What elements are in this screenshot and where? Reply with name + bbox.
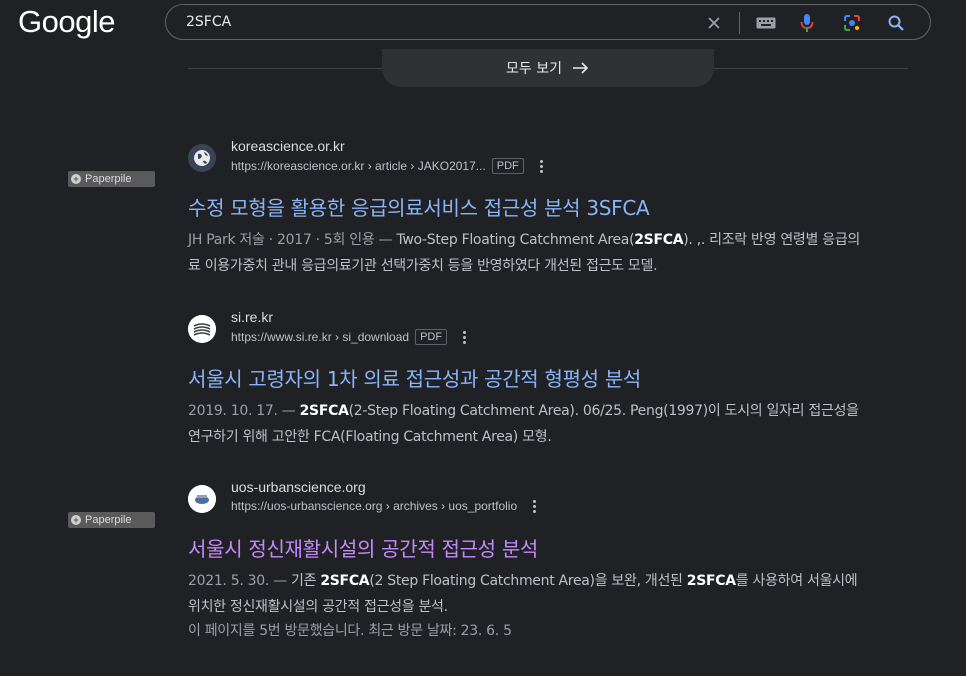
top-bar: Google	[0, 0, 966, 50]
site-favicon-icon	[188, 315, 216, 343]
paperpile-label: Paperpile	[85, 514, 132, 526]
result-snippet: 2021. 5. 30. — 기존 2SFCA(2 Step Floating …	[188, 568, 868, 620]
see-all-label: 모두 보기	[506, 61, 562, 77]
result-snippet: JH Park 저술 · 2017 · 5회 인용 — Two-Step Flo…	[188, 227, 868, 279]
arrow-right-icon	[572, 62, 589, 74]
search-box[interactable]	[165, 4, 931, 40]
result-url-row: https://www.si.re.kr › si_download PDF	[231, 329, 467, 345]
paperpile-label: Paperpile	[85, 173, 132, 185]
result-breadcrumb: https://www.si.re.kr › si_download	[231, 330, 410, 344]
see-all-button[interactable]: 모두 보기	[382, 49, 714, 87]
more-options-icon[interactable]	[539, 159, 544, 173]
snippet-text: 기존	[291, 573, 321, 589]
result-meta: JH Park 저술 · 2017 · 5회 인용 —	[188, 232, 397, 248]
result-url-row: https://uos-urbanscience.org › archives …	[231, 499, 537, 513]
search-divider	[739, 12, 740, 34]
keyboard-icon[interactable]	[756, 13, 776, 33]
google-logo[interactable]: Google	[18, 4, 115, 40]
snippet-text: Two-Step Floating Catchment Area(	[396, 232, 635, 248]
result-meta: 2021. 5. 30. —	[188, 573, 292, 589]
microphone-icon[interactable]	[797, 13, 817, 33]
search-result: si.re.kr https://www.si.re.kr › si_downl…	[188, 309, 868, 450]
result-title-link[interactable]: 서울시 고령자의 1차 의료 접근성과 공간적 형평성 분석	[188, 363, 868, 392]
more-options-icon[interactable]	[533, 499, 537, 513]
site-favicon-icon	[188, 485, 216, 513]
search-icon[interactable]	[886, 13, 906, 33]
result-url-row: https://koreascience.or.kr › article › J…	[231, 158, 544, 174]
globe-icon	[188, 144, 216, 172]
result-title-link[interactable]: 서울시 정신재활시설의 공간적 접근성 분석	[188, 533, 868, 562]
search-result: uos-urbanscience.org https://uos-urbansc…	[188, 479, 868, 642]
snippet-highlight: 2SFCA	[299, 403, 349, 419]
result-snippet: 2019. 10. 17. — 2SFCA(2-Step Floating Ca…	[188, 398, 868, 450]
snippet-highlight: 2SFCA	[634, 232, 684, 248]
snippet-highlight: 2SFCA	[320, 573, 370, 589]
result-title-link[interactable]: 수정 모형을 활용한 응급의료서비스 접근성 분석 3SFCA	[188, 192, 868, 221]
result-breadcrumb: https://koreascience.or.kr › article › J…	[231, 159, 486, 173]
pdf-badge: PDF	[491, 158, 524, 174]
paperpile-plus-icon: +	[71, 174, 81, 184]
paperpile-plus-icon: +	[71, 515, 81, 525]
snippet-text: (2 Step Floating Catchment Area)을 보완, 개선…	[369, 573, 687, 589]
result-breadcrumb: https://uos-urbanscience.org › archives …	[231, 499, 518, 513]
result-meta: 2019. 10. 17. —	[188, 403, 300, 419]
paperpile-badge[interactable]: + Paperpile	[68, 171, 155, 187]
visit-history-note: 이 페이지를 5번 방문했습니다. 최근 방문 날짜: 23. 6. 5	[188, 623, 512, 639]
result-site-name: uos-urbanscience.org	[231, 479, 366, 495]
more-options-icon[interactable]	[463, 330, 467, 344]
result-source[interactable]: uos-urbanscience.org https://uos-urbansc…	[188, 479, 868, 517]
search-result: koreascience.or.kr https://koreascience.…	[188, 138, 868, 279]
result-site-name: koreascience.or.kr	[231, 138, 345, 154]
search-input[interactable]	[186, 11, 666, 33]
snippet-highlight: 2SFCA	[686, 573, 736, 589]
result-source[interactable]: si.re.kr https://www.si.re.kr › si_downl…	[188, 309, 868, 347]
result-source[interactable]: koreascience.or.kr https://koreascience.…	[188, 138, 868, 176]
lens-icon[interactable]	[842, 13, 862, 33]
result-site-name: si.re.kr	[231, 309, 273, 325]
clear-icon[interactable]	[704, 13, 724, 33]
paperpile-badge[interactable]: + Paperpile	[68, 512, 155, 528]
pdf-badge: PDF	[415, 329, 448, 345]
